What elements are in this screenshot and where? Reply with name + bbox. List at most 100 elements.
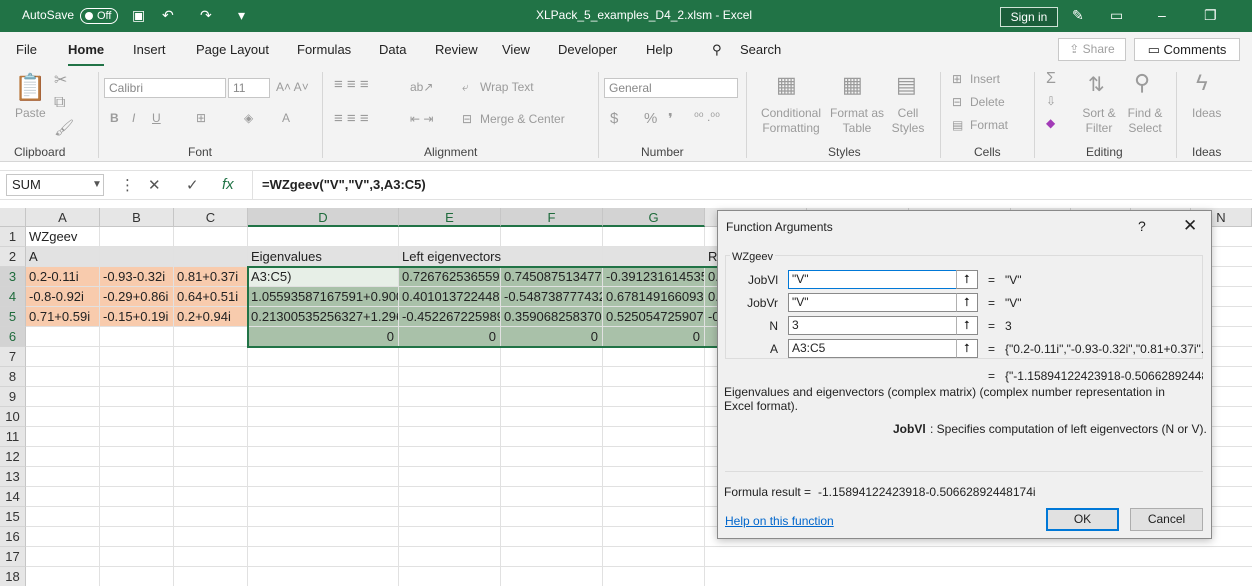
fill-icon[interactable]: ⇩	[1046, 94, 1056, 108]
grow-font-icon[interactable]: A˄ A˅	[276, 80, 309, 94]
cell-f5[interactable]: 0.359068258370	[502, 307, 602, 327]
percent-icon[interactable]: %	[644, 110, 657, 127]
find-select-label[interactable]: Find & Select	[1122, 106, 1168, 136]
row-header-6[interactable]: 6	[0, 327, 26, 347]
format-cells-icon[interactable]: ▤	[952, 118, 963, 132]
cell-d6[interactable]: 0	[249, 327, 396, 347]
copy-icon[interactable]: ⧉	[54, 94, 65, 112]
row-header-1[interactable]: 1	[0, 227, 26, 247]
font-name-box[interactable]: Calibri	[104, 78, 226, 98]
ok-button[interactable]: OK	[1046, 508, 1119, 531]
row-header-16[interactable]: 16	[0, 527, 26, 547]
select-all-corner[interactable]	[0, 208, 26, 227]
cell-a4[interactable]: -0.8-0.92i	[27, 287, 99, 307]
bold-icon[interactable]: B	[110, 111, 119, 125]
cell-b4[interactable]: -0.29+0.86i	[101, 287, 173, 307]
tab-page-layout[interactable]: Page Layout	[196, 42, 269, 57]
cell-d5[interactable]: 0.21300535256327+1.296	[249, 307, 398, 327]
row-header-5[interactable]: 5	[0, 307, 26, 327]
row-header-18[interactable]: 18	[0, 567, 26, 586]
borders-icon[interactable]: ⊞	[196, 111, 206, 125]
tab-file[interactable]: File	[16, 42, 37, 57]
cell-e3[interactable]: 0.726762536559	[400, 267, 500, 287]
arg-input-n[interactable]: 3	[788, 316, 978, 335]
cell-e6[interactable]: 0	[400, 327, 498, 347]
cancel-button[interactable]: Cancel	[1130, 508, 1203, 531]
tab-developer[interactable]: Developer	[558, 42, 617, 57]
tab-review[interactable]: Review	[435, 42, 478, 57]
fill-color-icon[interactable]: ◈	[244, 111, 253, 125]
format-table-label[interactable]: Format as Table	[828, 106, 886, 136]
align-top-icon[interactable]: ≡ ≡ ≡	[334, 76, 369, 93]
collapse-dialog-icon[interactable]: ⭡	[956, 339, 978, 358]
cell-g3[interactable]: -0.391231614535	[604, 267, 704, 287]
autosum-icon[interactable]: Σ	[1046, 70, 1056, 88]
wrap-text-icon[interactable]: ⤶	[462, 80, 469, 95]
help-on-function-link[interactable]: Help on this function	[725, 514, 834, 528]
dialog-help-button[interactable]: ?	[1138, 218, 1146, 234]
cell-c4[interactable]: 0.64+0.51i	[175, 287, 247, 307]
cell-d2[interactable]: Eigenvalues	[249, 247, 398, 267]
underline-icon[interactable]: U	[152, 111, 161, 125]
italic-icon[interactable]: I	[132, 111, 135, 125]
sort-filter-icon[interactable]: ⇅	[1088, 72, 1105, 97]
cell-d4[interactable]: 1.05593587167591+0.900	[249, 287, 398, 307]
ribbon-display-icon[interactable]: ▭	[1110, 7, 1123, 24]
find-select-icon[interactable]: ⚲	[1134, 70, 1150, 96]
enter-icon[interactable]: ✓	[186, 176, 199, 194]
collapse-dialog-icon[interactable]: ⭡	[956, 293, 978, 312]
cell-styles-label[interactable]: Cell Styles	[886, 106, 930, 136]
arg-input-a[interactable]: A3:C5	[788, 339, 978, 358]
cell-f3[interactable]: 0.745087513477	[502, 267, 602, 287]
ideas-label[interactable]: Ideas	[1192, 106, 1221, 120]
pen-icon[interactable]: ✎	[1072, 7, 1084, 24]
cell-styles-icon[interactable]: ▤	[896, 72, 917, 98]
col-header-c[interactable]: C	[174, 208, 248, 227]
cell-c3[interactable]: 0.81+0.37i	[175, 267, 247, 287]
undo-icon[interactable]: ↶	[162, 7, 174, 24]
collapse-dialog-icon[interactable]: ⭡	[956, 316, 978, 335]
cell-a2[interactable]: A	[27, 247, 99, 267]
comments-button[interactable]: ▭ Comments	[1134, 38, 1240, 61]
cell-d3-editing[interactable]: A3:C5)	[249, 267, 398, 287]
decimal-icon[interactable]: ⁰⁰ .⁰⁰	[694, 110, 720, 124]
search-label[interactable]: Search	[740, 42, 781, 57]
conditional-formatting-icon[interactable]: ▦	[776, 72, 797, 98]
orientation-icon[interactable]: ab↗	[410, 80, 433, 94]
cancel-icon[interactable]: ✕	[148, 176, 161, 194]
paste-icon[interactable]: 📋	[14, 72, 46, 103]
tab-formulas[interactable]: Formulas	[297, 42, 351, 57]
tab-view[interactable]: View	[502, 42, 530, 57]
sign-in-button[interactable]: Sign in	[1000, 7, 1058, 27]
format-cells-label[interactable]: Format	[970, 118, 1008, 132]
row-header-2[interactable]: 2	[0, 247, 26, 267]
indent-icon[interactable]: ⇤ ⇥	[410, 112, 433, 126]
tab-insert[interactable]: Insert	[133, 42, 166, 57]
wrap-text-label[interactable]: Wrap Text	[480, 80, 534, 94]
cell-g4[interactable]: 0.678149166093	[604, 287, 704, 307]
row-header-13[interactable]: 13	[0, 467, 26, 487]
search-icon[interactable]: ⚲	[712, 42, 722, 58]
collapse-dialog-icon[interactable]: ⭡	[956, 270, 978, 289]
cell-e2[interactable]: Left eigenvectors	[400, 247, 600, 267]
clear-icon[interactable]: ◆	[1046, 116, 1055, 130]
arg-input-jobvl[interactable]: "V"	[788, 270, 978, 289]
row-header-10[interactable]: 10	[0, 407, 26, 427]
formula-input[interactable]: =WZgeev("V","V",3,A3:C5)	[252, 171, 1252, 199]
row-header-14[interactable]: 14	[0, 487, 26, 507]
close-icon[interactable]: ✕	[1183, 216, 1197, 236]
paste-label[interactable]: Paste	[15, 106, 46, 120]
row-header-12[interactable]: 12	[0, 447, 26, 467]
font-color-icon[interactable]: A	[282, 111, 290, 125]
row-header-15[interactable]: 15	[0, 507, 26, 527]
save-icon[interactable]: ▣	[132, 7, 145, 24]
minimize-icon[interactable]: –	[1158, 7, 1166, 23]
cell-a1[interactable]: WZgeev	[27, 227, 177, 247]
tab-home[interactable]: Home	[68, 42, 105, 67]
delete-cells-label[interactable]: Delete	[970, 95, 1005, 109]
comma-icon[interactable]: ❜	[668, 110, 673, 128]
row-header-17[interactable]: 17	[0, 547, 26, 567]
cell-g5[interactable]: 0.525054725907	[604, 307, 704, 327]
row-header-4[interactable]: 4	[0, 287, 26, 307]
autosave-toggle[interactable]: Off	[80, 8, 118, 24]
